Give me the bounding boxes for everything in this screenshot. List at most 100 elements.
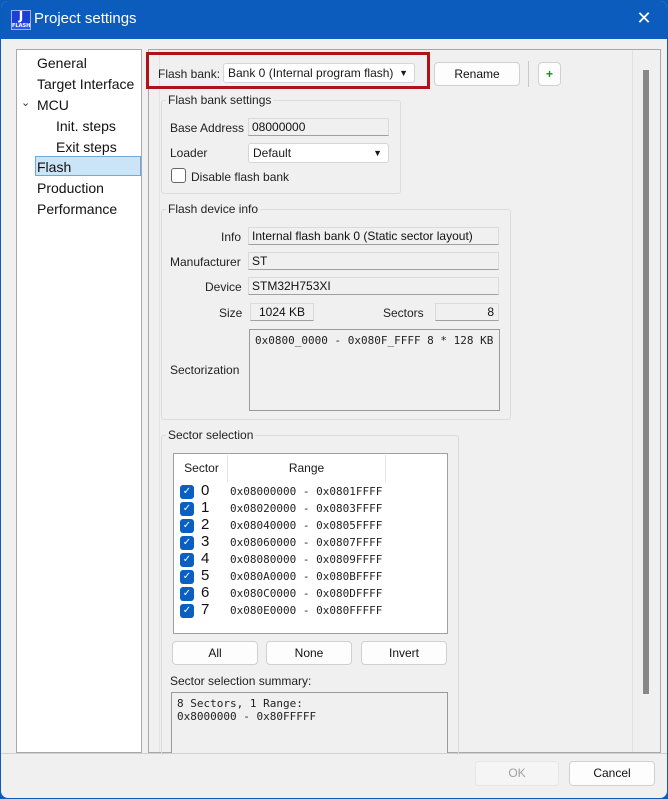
sector-number: 1: [201, 499, 210, 516]
info-label: Info: [221, 230, 242, 244]
vertical-scrollbar[interactable]: [632, 50, 660, 752]
sectorization-textarea: 0x0800_0000 - 0x080F_FFFF 8 * 128 KB: [249, 329, 500, 411]
base-address-field[interactable]: 08000000: [248, 118, 389, 136]
flash-bank-settings-title: Flash bank settings: [166, 93, 274, 107]
footer-divider: [1, 753, 667, 754]
toolbar-separator: [528, 61, 529, 87]
loader-label: Loader: [170, 146, 208, 160]
column-header-range[interactable]: Range: [228, 455, 385, 482]
nav-item-label: General: [37, 55, 87, 71]
title-bar: J FLASH Project settings ✕: [1, 1, 667, 39]
sectorization-label: Sectorization: [170, 363, 240, 377]
base-address-label: Base Address: [170, 121, 245, 135]
sector-range: 0x080C0000 - 0x080DFFFF: [230, 587, 383, 600]
sector-checkbox[interactable]: ✓: [180, 485, 194, 499]
sector-checkbox[interactable]: ✓: [180, 502, 194, 516]
sector-row[interactable]: ✓ 1 0x08020000 - 0x0803FFFF: [174, 499, 447, 518]
sectors-field: 8: [435, 303, 499, 321]
dropdown-arrow-icon: ▼: [373, 148, 382, 158]
nav-item-init-steps[interactable]: Init. steps: [56, 116, 116, 136]
sector-row[interactable]: ✓ 3 0x08060000 - 0x0807FFFF: [174, 533, 447, 552]
select-all-button[interactable]: All: [172, 641, 258, 665]
close-button[interactable]: ✕: [629, 5, 659, 33]
sector-checkbox[interactable]: ✓: [180, 587, 194, 601]
nav-item-label: Performance: [37, 201, 118, 217]
sector-summary-textarea: 8 Sectors, 1 Range: 0x8000000 - 0x80FFFF…: [171, 692, 448, 754]
sector-range: 0x08060000 - 0x0807FFFF: [230, 536, 383, 549]
sector-number: 5: [201, 567, 210, 584]
panel-inner-border: [159, 50, 160, 752]
flash-device-info-title: Flash device info: [166, 202, 261, 216]
plus-icon: +: [545, 67, 553, 81]
nav-item-flash[interactable]: Flash: [35, 156, 141, 176]
sector-row[interactable]: ✓ 5 0x080A0000 - 0x080BFFFF: [174, 567, 447, 586]
nav-item-mcu[interactable]: MCU: [37, 95, 69, 115]
sector-range: 0x08000000 - 0x0801FFFF: [230, 485, 383, 498]
loader-select[interactable]: Default ▼: [248, 143, 389, 163]
app-icon-letter: J: [18, 9, 24, 23]
cancel-button[interactable]: Cancel: [569, 761, 655, 786]
rename-button[interactable]: Rename: [434, 62, 520, 86]
select-none-button[interactable]: None: [266, 641, 352, 665]
sector-range: 0x08020000 - 0x0803FFFF: [230, 502, 383, 515]
sector-summary-label: Sector selection summary:: [170, 674, 312, 688]
app-icon-sub: FLASH: [12, 23, 31, 29]
sector-range: 0x080A0000 - 0x080BFFFF: [230, 570, 383, 583]
sector-number: 2: [201, 516, 210, 533]
size-label: Size: [219, 306, 243, 320]
nav-item-label: MCU: [37, 97, 69, 113]
scrollbar-thumb[interactable]: [643, 70, 649, 694]
loader-select-value: Default: [253, 146, 292, 160]
window-title: Project settings: [34, 10, 137, 27]
nav-item-exit-steps[interactable]: Exit steps: [56, 137, 117, 157]
column-header-sector[interactable]: Sector: [175, 455, 228, 482]
add-bank-button[interactable]: +: [538, 62, 561, 86]
sector-row[interactable]: ✓ 0 0x08000000 - 0x0801FFFF: [174, 482, 447, 501]
sector-number: 4: [201, 550, 210, 567]
sector-number: 6: [201, 584, 210, 601]
sector-row[interactable]: ✓ 2 0x08040000 - 0x0805FFFF: [174, 516, 447, 535]
sector-row[interactable]: ✓ 7 0x080E0000 - 0x080FFFFF: [174, 601, 447, 620]
nav-item-label: Production: [37, 180, 104, 196]
nav-item-target-interface[interactable]: Target Interface: [37, 74, 134, 94]
project-settings-window: J FLASH Project settings ✕ General Targe…: [0, 0, 668, 799]
column-separator: [385, 455, 386, 482]
sector-range: 0x080E0000 - 0x080FFFFF: [230, 604, 383, 617]
sector-checkbox[interactable]: ✓: [180, 519, 194, 533]
manufacturer-label: Manufacturer: [170, 255, 241, 269]
device-label: Device: [205, 280, 242, 294]
nav-item-label: Target Interface: [37, 76, 135, 92]
sector-selection-title: Sector selection: [166, 428, 256, 442]
manufacturer-field: ST: [248, 252, 499, 270]
nav-item-performance[interactable]: Performance: [37, 199, 117, 219]
info-field: Internal flash bank 0 (Static sector lay…: [248, 227, 499, 245]
sector-checkbox[interactable]: ✓: [180, 553, 194, 567]
close-icon: ✕: [636, 8, 652, 29]
sectors-label: Sectors: [383, 306, 424, 320]
sector-range: 0x08040000 - 0x0805FFFF: [230, 519, 383, 532]
nav-item-label: Flash: [37, 159, 72, 175]
disable-flash-bank-checkbox[interactable]: [171, 168, 186, 183]
sector-row[interactable]: ✓ 4 0x08080000 - 0x0809FFFF: [174, 550, 447, 569]
flash-bank-select-value: Bank 0 (Internal program flash): [228, 66, 394, 80]
size-field: 1024 KB: [250, 303, 314, 321]
flash-bank-label: Flash bank:: [158, 67, 221, 81]
sector-checkbox[interactable]: ✓: [180, 570, 194, 584]
device-field: STM32H753XI: [248, 277, 499, 295]
ok-button[interactable]: OK: [475, 761, 559, 786]
sector-row[interactable]: ✓ 6 0x080C0000 - 0x080DFFFF: [174, 584, 447, 603]
dropdown-arrow-icon: ▼: [399, 68, 408, 78]
sector-number: 0: [201, 482, 210, 499]
nav-item-general[interactable]: General: [37, 53, 87, 73]
nav-item-production[interactable]: Production: [37, 178, 104, 198]
chevron-down-icon[interactable]: ⌄: [21, 96, 30, 109]
sector-list[interactable]: Sector Range ✓ 0 0x08000000 - 0x0801FFFF…: [173, 453, 448, 634]
invert-selection-button[interactable]: Invert: [361, 641, 447, 665]
settings-nav-tree: General Target Interface ⌄ MCU Init. ste…: [16, 49, 142, 753]
flash-bank-select[interactable]: Bank 0 (Internal program flash) ▼: [223, 63, 415, 83]
sector-checkbox[interactable]: ✓: [180, 536, 194, 550]
jflash-app-icon: J FLASH: [11, 9, 31, 30]
sector-number: 3: [201, 533, 210, 550]
sector-number: 7: [201, 601, 210, 618]
sector-checkbox[interactable]: ✓: [180, 604, 194, 618]
